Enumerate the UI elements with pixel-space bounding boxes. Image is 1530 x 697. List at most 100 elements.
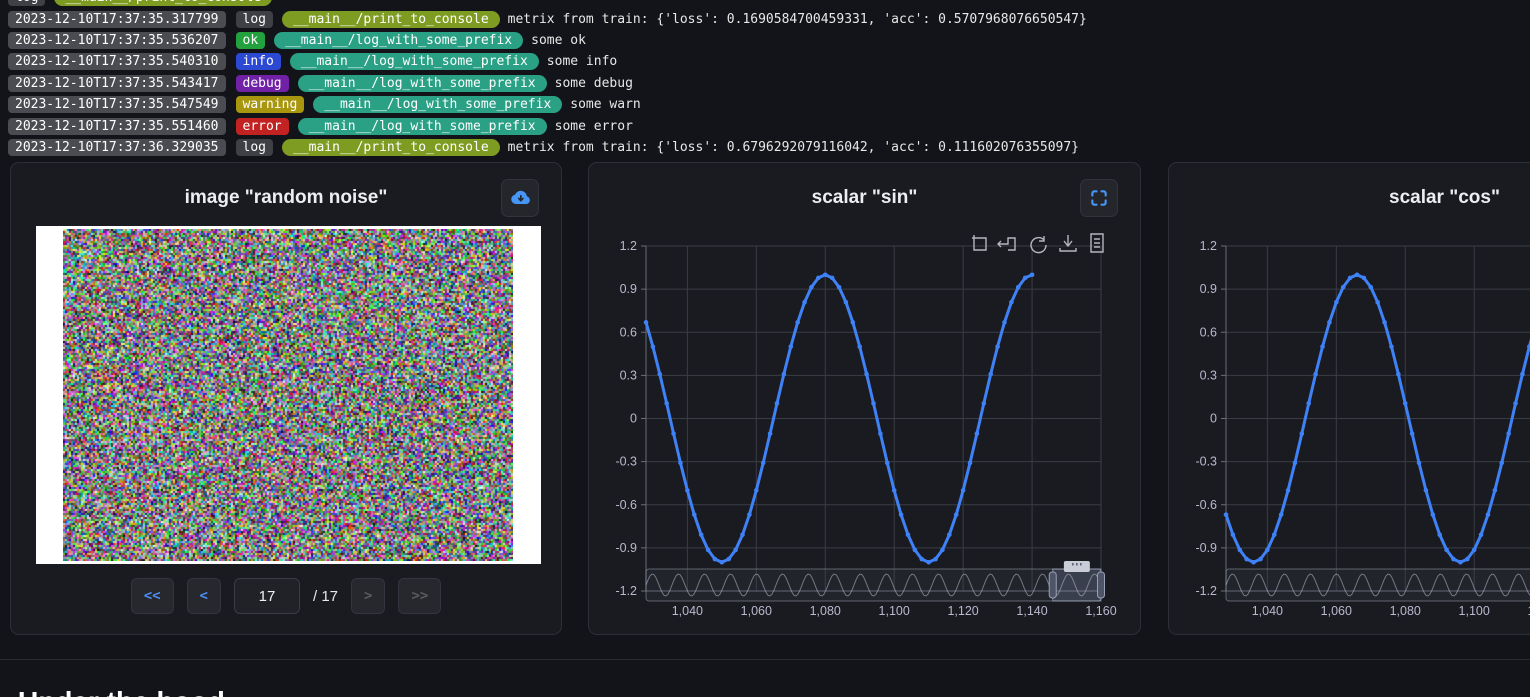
first-page-button[interactable]: << [131, 578, 174, 614]
save-image-icon[interactable] [1060, 235, 1076, 251]
data-point [726, 557, 731, 562]
data-point [988, 372, 993, 377]
y-tick-label: 0.6 [1200, 325, 1217, 339]
log-row: 2023-12-10T17:37:35.547549warning__main_… [0, 94, 1530, 115]
card-title: image "random noise" [11, 187, 561, 209]
x-tick-label: 1,140 [1016, 604, 1047, 618]
fullscreen-button[interactable] [1080, 179, 1118, 217]
log-prefix-badge: __main__/log_with_some_prefix [298, 118, 547, 135]
x-tick-label: 1,040 [672, 604, 703, 618]
log-prefix-badge: __main__/log_with_some_prefix [298, 75, 547, 92]
y-tick-label: -0.3 [615, 455, 637, 469]
x-tick-label: 1,040 [1252, 604, 1283, 618]
x-tick-label: 1,160 [1085, 604, 1116, 618]
data-point [775, 401, 780, 406]
next-page-button[interactable]: > [351, 578, 385, 614]
page-number-input[interactable] [234, 578, 300, 614]
cos-scalar-card: 1.20.90.60.30-0.3-0.6-0.9-1.21,0401,0601… [1168, 162, 1530, 635]
data-point [747, 512, 752, 517]
y-tick-label: 0.6 [620, 325, 637, 339]
data-point [1341, 285, 1346, 290]
data-point [844, 300, 849, 305]
data-point [1279, 512, 1284, 517]
x-tick-label: 1,060 [741, 604, 772, 618]
data-point [919, 557, 924, 562]
data-point [740, 532, 745, 537]
log-prefix-badge: __main__/log_with_some_prefix [274, 32, 523, 49]
data-point [851, 320, 856, 325]
data-point [982, 401, 987, 406]
x-tick-label: 1,080 [810, 604, 841, 618]
data-point [1375, 300, 1380, 305]
data-point [1368, 285, 1373, 290]
data-point [1389, 344, 1394, 349]
y-tick-label: 0 [630, 412, 637, 426]
data-point [1513, 401, 1518, 406]
data-point [913, 548, 918, 553]
y-tick-label: -1.2 [1195, 584, 1217, 598]
last-page-button[interactable]: >> [398, 578, 441, 614]
log-message: metrix from train: {'loss': 0.1690584700… [508, 12, 1087, 27]
slider-handle[interactable] [1049, 572, 1056, 598]
log-row: 2023-12-10T17:37:36.329035log__main__/pr… [0, 137, 1530, 158]
slider-handle[interactable] [1098, 572, 1105, 598]
data-point [926, 560, 931, 565]
sin-scalar-card: 1.20.90.60.30-0.3-0.6-0.9-1.21,0401,0601… [588, 162, 1141, 635]
y-tick-label: 1.2 [1200, 239, 1217, 253]
image-card: image "random noise" << < / 17 > >> [10, 162, 562, 635]
slider-selection-window[interactable] [1053, 569, 1101, 601]
cloud-download-button[interactable] [501, 179, 539, 217]
data-point [1251, 560, 1256, 565]
data-point [961, 488, 966, 493]
slider-move-grip[interactable] [1064, 561, 1090, 572]
data-point [795, 320, 800, 325]
timestamp-badge: 2023-12-10T17:37:35.536207 [8, 32, 226, 49]
data-point [1293, 461, 1298, 466]
data-point [1444, 548, 1449, 553]
data-point [823, 272, 828, 277]
data-point [878, 431, 883, 436]
data-point [1431, 512, 1436, 517]
image-card-header: image "random noise" [11, 163, 561, 225]
data-point [1472, 548, 1477, 553]
y-tick-label: -1.2 [615, 584, 637, 598]
data-point [1030, 272, 1035, 277]
data-point [1244, 557, 1249, 562]
y-tick-label: 1.2 [620, 239, 637, 253]
log-message: some ok [531, 33, 586, 48]
x-tick-label: 1,080 [1390, 604, 1421, 618]
data-point [947, 532, 952, 537]
y-tick-label: 0 [1210, 412, 1217, 426]
y-tick-label: 0.3 [620, 368, 637, 382]
fullscreen-icon [1089, 188, 1109, 208]
log-level-badge: warning [236, 96, 305, 113]
log-message: some warn [570, 97, 640, 112]
log-message: some error [555, 119, 633, 134]
zoom-reset-icon[interactable] [998, 238, 1015, 250]
data-point [657, 372, 662, 377]
restore-icon[interactable] [1031, 236, 1046, 253]
data-point [1465, 557, 1470, 562]
log-prefix-badge: __main__/print_to_console [282, 139, 500, 156]
data-point [1016, 285, 1021, 290]
data-zoom-icon[interactable] [972, 235, 986, 250]
log-row: 2023-12-10T17:37:35.551460error__main__/… [0, 115, 1530, 136]
prev-page-button[interactable]: < [187, 578, 221, 614]
log-level-badge: ok [236, 32, 266, 49]
log-prefix-badge: __main__/print_to_console [282, 11, 500, 28]
image-pagination: << < / 17 > >> [11, 578, 561, 614]
data-point [1355, 272, 1360, 277]
data-point [802, 300, 807, 305]
sin-chart: 1.20.90.60.30-0.3-0.6-0.9-1.21,0401,0601… [589, 163, 1142, 636]
log-level-badge: info [236, 53, 281, 70]
data-point [871, 401, 876, 406]
log-row: 2023-12-10T17:37:35.536207 ok __main__/log… [0, 30, 1530, 51]
page-total-label: / 17 [313, 588, 338, 605]
data-point [816, 276, 821, 281]
data-point [1417, 461, 1422, 466]
data-point [1265, 548, 1270, 553]
data-point [1506, 431, 1511, 436]
data-point [1231, 532, 1236, 537]
data-point [1313, 372, 1318, 377]
data-point [940, 548, 945, 553]
